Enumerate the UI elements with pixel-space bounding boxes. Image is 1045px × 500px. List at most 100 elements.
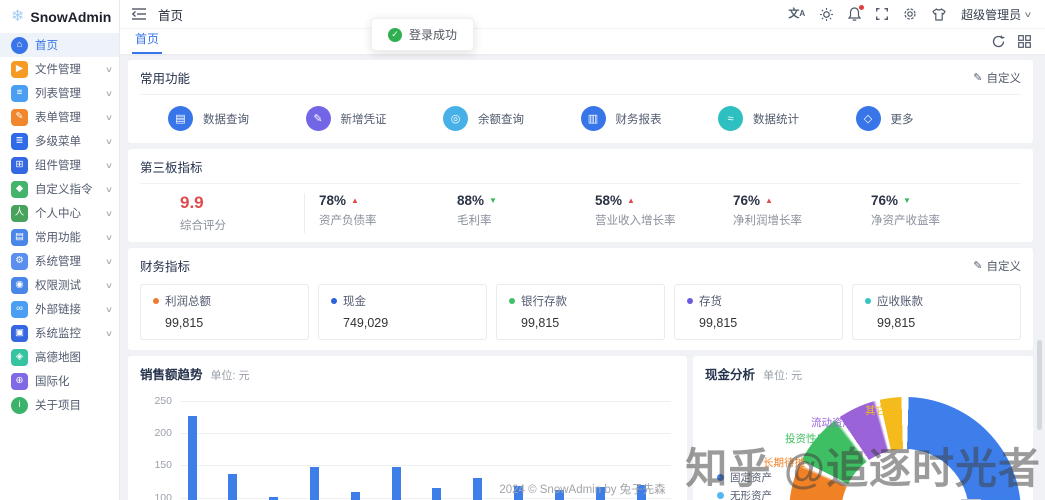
- chevron-down-icon: ∨: [105, 185, 113, 194]
- chevron-down-icon: ∨: [105, 257, 113, 266]
- metrics-title: 第三板指标: [140, 157, 203, 176]
- sidebar-item-list-management[interactable]: ≡列表管理∨: [0, 81, 119, 105]
- sidebar-item-external-link[interactable]: ∞外部链接∨: [0, 297, 119, 321]
- finance-card-top: 银行存款: [509, 293, 652, 309]
- layout-grid-icon[interactable]: [1018, 35, 1031, 48]
- sidebar-item-multilevel-menu[interactable]: ≣多级菜单∨: [0, 129, 119, 153]
- sidebar-item-label: 常用功能: [35, 229, 99, 245]
- cash-analysis-header: 现金分析 单位: 元: [705, 364, 1021, 383]
- list-management-icon: ≡: [11, 85, 28, 102]
- theme-brightness-icon[interactable]: [820, 8, 833, 21]
- sidebar-item-permission-test[interactable]: ◉权限测试∨: [0, 273, 119, 297]
- legend-item[interactable]: 无形资产: [717, 487, 783, 500]
- donut-hole: [841, 449, 969, 500]
- more-icon: ◇: [856, 106, 881, 131]
- charts-row: 销售额趋势 单位: 元 50100150200250 现金分析 单位: 元 固定…: [128, 356, 1033, 500]
- donut-legend: 固定资产无形资产长期待摊投资性房产流动资产其它: [717, 469, 783, 500]
- data-statistics-icon: ≈: [718, 106, 743, 131]
- sidebar-item-user-center[interactable]: 人个人中心 ∨: [0, 201, 119, 225]
- vertical-scrollbar[interactable]: [1037, 340, 1042, 430]
- finance-customize-button[interactable]: ✎ 自定义: [973, 258, 1021, 274]
- legend-item[interactable]: 固定资产: [717, 469, 783, 487]
- bar-chart-bar: [555, 490, 564, 500]
- custom-directive-icon: ◆: [11, 181, 28, 198]
- home-icon: ⌂: [11, 37, 28, 54]
- trend-down-icon: ▼: [489, 196, 497, 205]
- quick-customize-button[interactable]: ✎ 自定义: [973, 70, 1021, 86]
- sidebar-item-label: 国际化: [35, 373, 112, 389]
- sidebar-item-i18n[interactable]: ⊕国际化: [0, 369, 119, 393]
- sales-trend-header: 销售额趋势 单位: 元: [140, 364, 675, 383]
- bar-chart-bar: [188, 416, 197, 500]
- metric-label: 综合评分: [180, 217, 304, 233]
- sidebar-item-system-monitor[interactable]: ▣系统监控∨: [0, 321, 119, 345]
- sidebar-item-system-management[interactable]: ⚙系统管理∨: [0, 249, 119, 273]
- collapse-sidebar-icon[interactable]: [132, 8, 146, 20]
- quick-function-item[interactable]: ◇更多: [856, 106, 994, 131]
- financial-indicators-card: 财务指标 ✎ 自定义 利润总额99,815现金749,029银行存款99,815…: [128, 248, 1033, 350]
- tab-home[interactable]: 首页: [132, 26, 162, 54]
- sidebar-item-label: 外部链接: [35, 301, 99, 317]
- quick-function-item[interactable]: ▥财务报表: [581, 106, 719, 131]
- sidebar-item-file-management[interactable]: ▶文件管理∨: [0, 57, 119, 81]
- quick-function-item[interactable]: ▤数据查询: [168, 106, 306, 131]
- chevron-down-icon: ∨: [105, 113, 113, 122]
- donut-callout-label: 其它: [865, 403, 886, 418]
- toast-message: 登录成功: [409, 26, 457, 43]
- finance-card: 现金749,029: [318, 284, 487, 340]
- trend-up-icon: ▲: [627, 196, 635, 205]
- notification-bell-icon[interactable]: [848, 7, 861, 21]
- app-logo[interactable]: ❄ SnowAdmin: [0, 0, 119, 33]
- user-center-icon: 人: [11, 205, 28, 222]
- metric-value: 76%▲: [733, 193, 857, 208]
- user-dropdown[interactable]: 超级管理员 ∨: [961, 6, 1031, 23]
- donut-callout-label: 流动资产: [811, 415, 853, 430]
- metric-item: 78%▲资产负债率: [305, 193, 443, 233]
- quick-function-item[interactable]: ✎新增凭证: [306, 106, 444, 131]
- main-area: 首页 文A 超级管理: [120, 0, 1045, 500]
- chevron-down-icon: ∨: [105, 161, 113, 170]
- finance-dot-icon: [865, 298, 871, 304]
- metric-item: 58%▲营业收入增长率: [581, 193, 719, 233]
- bar-chart-gridline: [180, 401, 671, 402]
- chevron-down-icon: ∨: [1024, 10, 1033, 19]
- refresh-icon[interactable]: [992, 35, 1005, 48]
- sidebar-item-component-management[interactable]: ⊞组件管理∨: [0, 153, 119, 177]
- settings-gear-icon[interactable]: [903, 7, 917, 21]
- sidebar-item-common-functions[interactable]: ▤常用功能∨: [0, 225, 119, 249]
- user-name: 超级管理员: [961, 6, 1021, 23]
- finance-dot-icon: [687, 298, 693, 304]
- finance-header: 财务指标 ✎ 自定义: [140, 256, 1021, 275]
- header-actions: 文A 超级管理员 ∨: [788, 6, 1031, 23]
- sidebar-item-home[interactable]: ⌂首页: [0, 33, 119, 57]
- sidebar-item-amap[interactable]: ◈高德地图: [0, 345, 119, 369]
- fullscreen-icon[interactable]: [876, 8, 888, 20]
- quick-function-item[interactable]: ◎余额查询: [443, 106, 581, 131]
- legend-label: 固定资产: [730, 470, 772, 485]
- snowflake-logo-icon: ❄: [11, 9, 24, 25]
- theme-skin-icon[interactable]: [932, 8, 946, 21]
- bar-chart-bar: [310, 467, 319, 500]
- finance-card-label: 存货: [699, 293, 722, 309]
- translate-icon[interactable]: 文A: [788, 9, 805, 20]
- sidebar-item-about-project[interactable]: i关于项目: [0, 393, 119, 417]
- breadcrumb: 首页: [158, 5, 183, 24]
- bar-chart-bar: [473, 478, 482, 500]
- metric-label: 净利润增长率: [733, 212, 857, 228]
- finance-card-value: 99,815: [153, 316, 296, 330]
- legend-dot-icon: [717, 474, 724, 481]
- tabbar-actions: [992, 35, 1031, 54]
- donut-callout-label: 固定...: [987, 493, 1017, 500]
- quick-function-label: 新增凭证: [341, 111, 387, 127]
- bar-chart-ytick: 200: [140, 427, 172, 439]
- chevron-down-icon: ∨: [105, 209, 113, 218]
- sidebar-item-custom-directive[interactable]: ◆自定义指令∨: [0, 177, 119, 201]
- sidebar-item-label: 系统管理: [35, 253, 99, 269]
- third-board-metrics-card: 第三板指标 9.9综合评分78%▲资产负债率88%▼毛利率58%▲营业收入增长率…: [128, 149, 1033, 242]
- sidebar-item-label: 个人中心: [35, 205, 99, 221]
- sidebar-item-form-management[interactable]: ✎表单管理∨: [0, 105, 119, 129]
- sales-trend-title: 销售额趋势: [140, 364, 203, 383]
- file-management-icon: ▶: [11, 61, 28, 78]
- finance-card-label: 现金: [343, 293, 366, 309]
- quick-function-item[interactable]: ≈数据统计: [718, 106, 856, 131]
